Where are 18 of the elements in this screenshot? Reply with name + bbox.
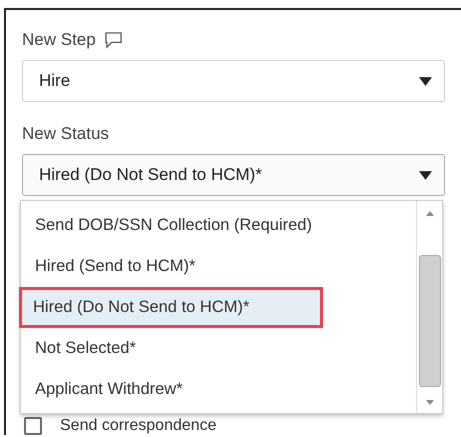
scrollbar[interactable] <box>416 201 442 413</box>
dropdown-option[interactable]: Hired (Send to HCM)* <box>21 246 416 287</box>
caret-icon <box>419 76 432 86</box>
field-label: New Status <box>22 124 109 144</box>
field-label: New Step <box>22 30 96 50</box>
scroll-thumb[interactable] <box>418 255 440 387</box>
dropdown-field[interactable]: Hired (Do Not Send to HCM)* <box>22 154 445 196</box>
comment-icon[interactable] <box>104 32 123 48</box>
checkbox[interactable] <box>24 416 42 434</box>
dropdown-option[interactable]: Not Selected* <box>21 328 416 369</box>
dropdown-option[interactable]: Hired (Do Not Send to HCM)* <box>19 287 323 328</box>
scroll-down-icon[interactable] <box>426 400 434 405</box>
scroll-up-icon[interactable] <box>426 211 434 216</box>
dropdown-option[interactable]: Send DOB/SSN Collection (Required) <box>21 205 416 246</box>
dropdown-field[interactable]: Hire <box>22 60 445 102</box>
dropdown-option[interactable]: Applicant Withdrew* <box>21 369 416 410</box>
checkbox-label: Send correspondence <box>60 416 217 434</box>
caret-icon <box>419 170 432 180</box>
